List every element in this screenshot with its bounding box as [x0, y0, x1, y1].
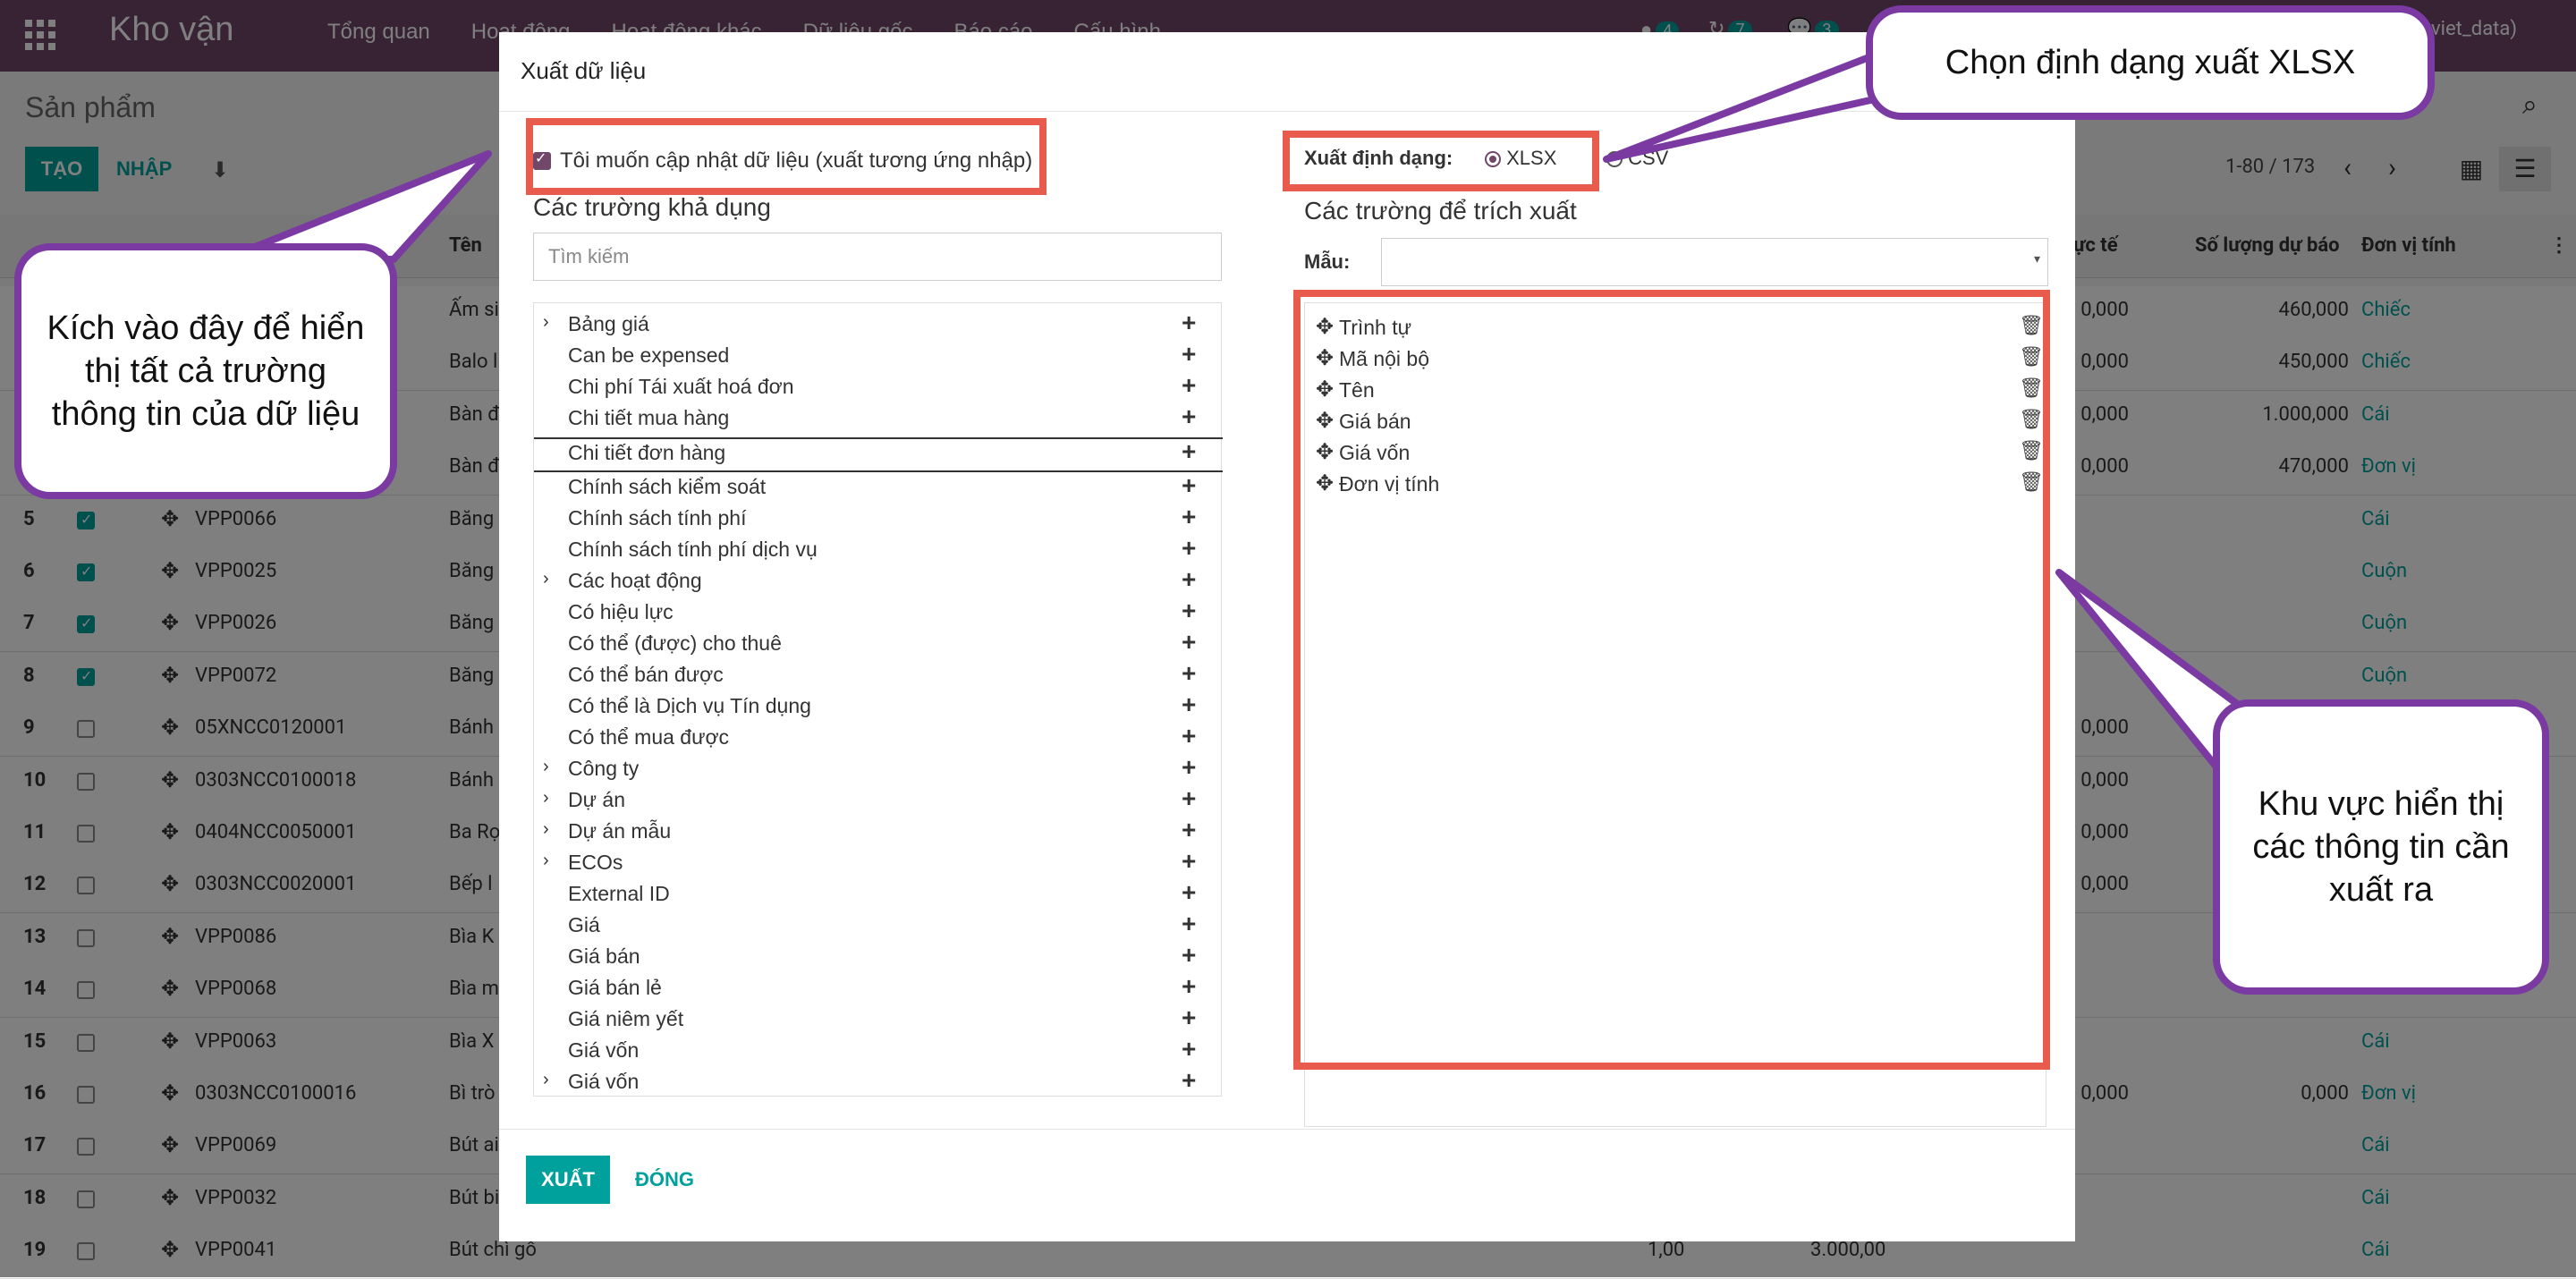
top-callout-pointer [1603, 50, 1882, 163]
top-callout-text: Chọn định dạng xuất XLSX [1945, 43, 2356, 81]
left-callout: Kích vào đây để hiển thị tất cả trường t… [14, 243, 397, 499]
top-callout: Chọn định dạng xuất XLSX [1866, 5, 2435, 120]
right-callout: Khu vực hiển thị các thông tin cần xuất … [2213, 699, 2549, 995]
right-callout-text: Khu vực hiển thị các thông tin cần xuất … [2252, 785, 2510, 909]
callout-pointers [220, 50, 2329, 773]
left-callout-text: Kích vào đây để hiển thị tất cả trường t… [47, 309, 365, 433]
